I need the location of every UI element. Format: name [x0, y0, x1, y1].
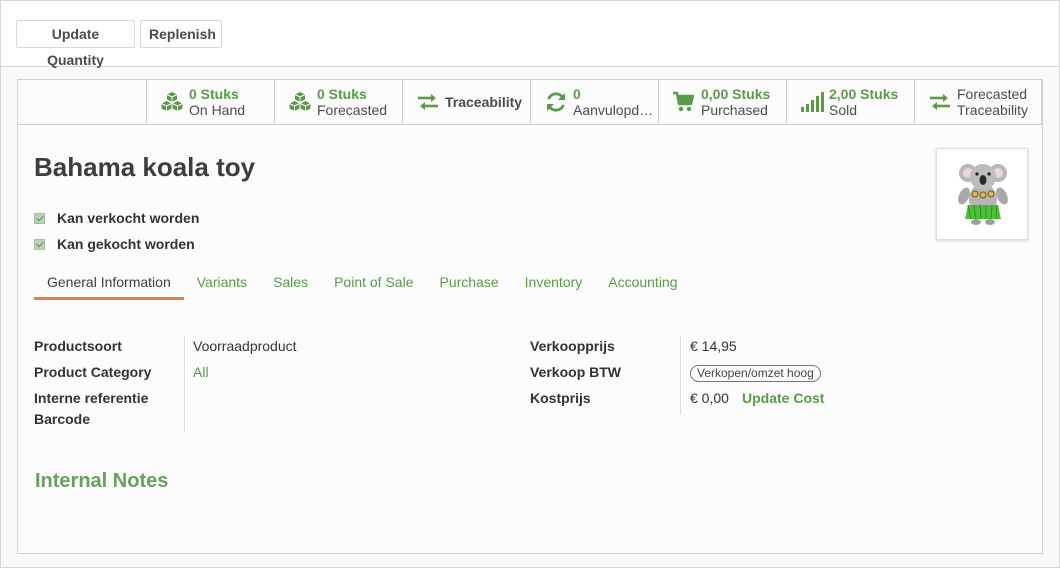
sold-label: Sold	[829, 102, 858, 118]
sales-tax-tag[interactable]: Verkopen/omzet hoog	[690, 365, 821, 382]
sales-price-field[interactable]: € 14,95	[690, 338, 737, 354]
smart-button-box: 0 Stuks On Hand 0 Stuks Forecasted Trace…	[146, 80, 1042, 125]
tab-accounting[interactable]: Accounting	[595, 270, 690, 300]
tab-sales[interactable]: Sales	[260, 270, 321, 300]
product-category-link[interactable]: All	[193, 364, 209, 380]
purchased-value: 0,00 Stuks	[701, 86, 771, 102]
forecasted-traceability-line2: Traceability	[957, 102, 1029, 118]
on-hand-label: On Hand	[189, 102, 246, 118]
sold-button[interactable]: 2,00 Stuks Sold	[786, 80, 914, 124]
purchased-label: Purchased	[701, 102, 768, 118]
product-category-label: Product Category	[34, 364, 152, 380]
update-quantity-button[interactable]: Update Quantity	[16, 20, 135, 68]
refresh-icon	[547, 92, 565, 112]
traceability-button[interactable]: Traceability	[402, 80, 530, 124]
barcode-label: Barcode	[34, 411, 91, 427]
sold-value: 2,00 Stuks	[829, 86, 899, 102]
product-image[interactable]	[936, 148, 1028, 240]
tab-general-information[interactable]: General Information	[34, 270, 184, 300]
can-be-sold-row: Kan verkocht worden	[34, 210, 199, 226]
can-be-purchased-checkbox[interactable]	[34, 238, 45, 250]
cost-label: Kostprijs	[530, 390, 591, 406]
can-be-sold-checkbox[interactable]	[34, 212, 45, 224]
tab-variants[interactable]: Variants	[184, 270, 260, 300]
signal-icon	[801, 92, 824, 112]
cubes-icon	[161, 92, 183, 111]
can-be-purchased-label: Kan gekocht worden	[57, 236, 195, 252]
forecasted-traceability-button[interactable]: Forecasted Traceability	[914, 80, 1042, 124]
right-group-separator	[680, 336, 681, 414]
replenish-orders-button[interactable]: 0 Aanvulopd…	[530, 80, 658, 124]
internal-notes-title: Internal Notes	[35, 470, 169, 492]
update-cost-button[interactable]: Update Cost	[742, 390, 824, 406]
cart-icon	[673, 91, 695, 112]
product-title: Bahama koala toy	[34, 152, 256, 182]
button-box-spacer	[18, 80, 146, 125]
internal-reference-field[interactable]	[193, 390, 493, 408]
cubes-icon	[289, 92, 311, 111]
exchange-icon	[930, 94, 950, 110]
replenish-button[interactable]: Replenish	[140, 20, 222, 48]
internal-reference-label: Interne referentie	[34, 390, 149, 406]
can-be-sold-label: Kan verkocht worden	[57, 210, 200, 226]
sales-tax-field[interactable]: Verkopen/omzet hoog	[690, 364, 821, 382]
on-hand-value: 0 Stuks	[189, 86, 239, 102]
replenish-orders-value: 0	[573, 86, 581, 102]
exchange-icon	[418, 94, 438, 110]
can-be-purchased-row: Kan gekocht worden	[34, 236, 195, 252]
purchased-button[interactable]: 0,00 Stuks Purchased	[658, 80, 786, 124]
forecasted-label: Forecasted	[317, 102, 388, 118]
tab-purchase[interactable]: Purchase	[426, 270, 511, 300]
control-panel: Update Quantity Replenish	[1, 1, 1058, 68]
form-sheet: 0 Stuks On Hand 0 Stuks Forecasted Trace…	[17, 79, 1043, 554]
barcode-field[interactable]	[193, 411, 493, 429]
koala-toy-image	[958, 164, 1008, 225]
product-type-field[interactable]: Voorraadproduct	[193, 338, 297, 354]
product-type-label: Productsoort	[34, 338, 122, 354]
on-hand-button[interactable]: 0 Stuks On Hand	[146, 80, 274, 124]
forecasted-value: 0 Stuks	[317, 86, 367, 102]
tab-inventory[interactable]: Inventory	[512, 270, 596, 300]
sales-tax-label: Verkoop BTW	[530, 364, 622, 380]
forecasted-button[interactable]: 0 Stuks Forecasted	[274, 80, 402, 124]
left-group-separator	[184, 336, 185, 432]
traceability-label: Traceability	[445, 94, 523, 110]
notebook-tabs: General Information Variants Sales Point…	[34, 270, 691, 300]
tab-point-of-sale[interactable]: Point of Sale	[321, 270, 426, 300]
forecasted-traceability-line1: Forecasted	[957, 86, 1028, 102]
sales-price-label: Verkoopprijs	[530, 338, 615, 354]
replenish-orders-label: Aanvulopd…	[573, 102, 654, 118]
cost-field[interactable]: € 0,00	[690, 390, 729, 406]
